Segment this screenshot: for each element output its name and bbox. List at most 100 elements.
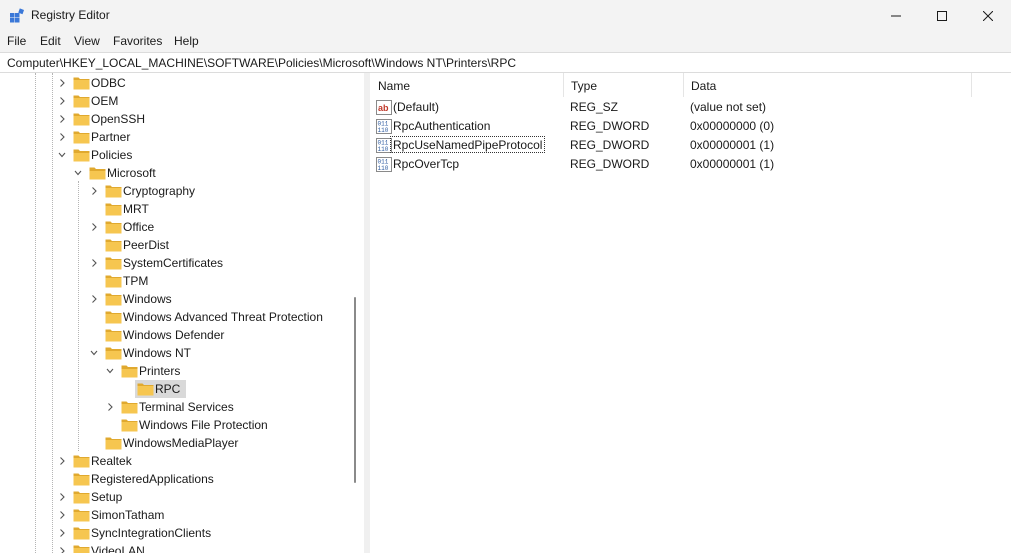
- menu-help[interactable]: Help: [174, 34, 199, 48]
- tree-item-openssh[interactable]: OpenSSH: [0, 110, 350, 128]
- tree-item-label: SyncIntegrationClients: [91, 526, 212, 540]
- tree-item-partner[interactable]: Partner: [0, 128, 350, 146]
- tree-item-label: Printers: [139, 364, 181, 378]
- value-type: REG_DWORD: [570, 119, 650, 133]
- tree-item-label: MRT: [123, 202, 149, 216]
- chevron-right-icon[interactable]: [106, 403, 114, 411]
- tree-item-windows-file-protection[interactable]: Windows File Protection: [0, 416, 350, 434]
- menu-bar: File Edit View Favorites Help: [0, 32, 1011, 52]
- tree-item-printers[interactable]: Printers: [0, 362, 350, 380]
- tree-item-oem[interactable]: OEM: [0, 92, 350, 110]
- tree-item-peerdist[interactable]: PeerDist: [0, 236, 350, 254]
- folder-icon: [73, 545, 90, 553]
- column-header-name-label: Name: [378, 79, 411, 93]
- chevron-right-icon[interactable]: [58, 133, 66, 141]
- tree-item-label: VideoLAN: [91, 544, 145, 553]
- value-data: (value not set): [690, 100, 767, 114]
- tree-item-rpc[interactable]: RPC: [0, 380, 350, 398]
- svg-text:110: 110: [378, 146, 389, 153]
- value-row-rpcusenamedpipeprotocol[interactable]: 011 110 RpcUseNamedPipeProtocol REG_DWORD 0x…: [370, 136, 1011, 155]
- tree-item-simontatham[interactable]: SimonTatham: [0, 506, 350, 524]
- values-list-pane[interactable]: Name Type Data ab (Default) REG_SZ (value n…: [370, 73, 1011, 553]
- tree-item-setup[interactable]: Setup: [0, 488, 350, 506]
- maximize-button[interactable]: [919, 0, 965, 32]
- chevron-right-icon[interactable]: [90, 223, 98, 231]
- column-divider[interactable]: [971, 73, 972, 97]
- chevron-right-icon[interactable]: [58, 511, 66, 519]
- value-name: RpcAuthentication: [393, 119, 491, 133]
- menu-view[interactable]: View: [74, 34, 100, 48]
- tree-item-label: RPC: [155, 382, 181, 396]
- folder-icon: [105, 239, 122, 252]
- minimize-button[interactable]: [873, 0, 919, 32]
- svg-text:ab: ab: [378, 103, 389, 113]
- folder-icon: [121, 401, 138, 414]
- value-name: RpcOverTcp: [393, 157, 460, 171]
- chevron-right-icon[interactable]: [58, 115, 66, 123]
- folder-icon: [73, 527, 90, 540]
- chevron-right-icon[interactable]: [58, 79, 66, 87]
- tree-item-microsoft[interactable]: Microsoft: [0, 164, 350, 182]
- tree-item-label: RegisteredApplications: [91, 472, 214, 486]
- tree-item-realtek[interactable]: Realtek: [0, 452, 350, 470]
- value-row-rpcovertcp[interactable]: 011 110 RpcOverTcp REG_DWORD 0x00000001 (1): [370, 155, 1011, 174]
- tree-item-label: TPM: [123, 274, 149, 288]
- folder-icon: [105, 221, 122, 234]
- tree-item-windows-nt[interactable]: Windows NT: [0, 344, 350, 362]
- tree-item-mrt[interactable]: MRT: [0, 200, 350, 218]
- value-data: 0x00000001 (1): [690, 138, 775, 152]
- tree-item-label: ODBC: [91, 76, 126, 90]
- tree-item-windowsmediaplayer[interactable]: WindowsMediaPlayer: [0, 434, 350, 452]
- menu-edit[interactable]: Edit: [40, 34, 61, 48]
- folder-icon: [105, 311, 122, 324]
- column-header-data[interactable]: Data: [683, 73, 971, 97]
- folder-open-icon: [105, 347, 122, 360]
- folder-icon: [73, 491, 90, 504]
- value-name: (Default): [393, 100, 440, 114]
- tree-item-syncintegrationclients[interactable]: SyncIntegrationClients: [0, 524, 350, 542]
- close-button[interactable]: [965, 0, 1011, 32]
- tree-item-windows-advanced-threat-protection[interactable]: Windows Advanced Threat Protection: [0, 308, 350, 326]
- chevron-right-icon[interactable]: [58, 493, 66, 501]
- tree-item-windows-defender[interactable]: Windows Defender: [0, 326, 350, 344]
- menu-favorites[interactable]: Favorites: [113, 34, 162, 48]
- chevron-right-icon[interactable]: [58, 97, 66, 105]
- address-path[interactable]: Computer\HKEY_LOCAL_MACHINE\SOFTWARE\Pol…: [7, 56, 516, 70]
- value-row-default[interactable]: ab (Default) REG_SZ (value not set): [370, 98, 1011, 117]
- tree-scrollbar-thumb[interactable]: [354, 297, 356, 483]
- column-header-type-label: Type: [571, 79, 598, 93]
- tree-item-videolan[interactable]: VideoLAN: [0, 542, 350, 553]
- tree-item-policies[interactable]: Policies: [0, 146, 350, 164]
- chevron-down-icon[interactable]: [106, 367, 114, 375]
- chevron-down-icon[interactable]: [74, 169, 82, 177]
- value-row-rpcauthentication[interactable]: 011 110 RpcAuthentication REG_DWORD 0x000000…: [370, 117, 1011, 136]
- column-header-name[interactable]: Name: [370, 73, 563, 97]
- key-tree-pane[interactable]: ODBC OEM OpenSSH Partner Policies Microsoft Cr…: [0, 73, 364, 553]
- chevron-right-icon[interactable]: [58, 529, 66, 537]
- chevron-right-icon[interactable]: [90, 259, 98, 267]
- tree-item-office[interactable]: Office: [0, 218, 350, 236]
- tree-item-label: Office: [123, 220, 155, 234]
- address-bar[interactable]: Computer\HKEY_LOCAL_MACHINE\SOFTWARE\Pol…: [0, 52, 1011, 73]
- chevron-right-icon[interactable]: [58, 547, 66, 553]
- chevron-down-icon[interactable]: [90, 349, 98, 357]
- tree-item-tpm[interactable]: TPM: [0, 272, 350, 290]
- svg-text:110: 110: [378, 127, 389, 134]
- tree-item-registeredapplications[interactable]: RegisteredApplications: [0, 470, 350, 488]
- menu-file[interactable]: File: [7, 34, 26, 48]
- tree-item-systemcertificates[interactable]: SystemCertificates: [0, 254, 350, 272]
- chevron-right-icon[interactable]: [58, 457, 66, 465]
- tree-item-odbc[interactable]: ODBC: [0, 74, 350, 92]
- registry-editor-icon: [10, 8, 25, 23]
- tree-item-label: Windows Defender: [123, 328, 225, 342]
- column-header-type[interactable]: Type: [563, 73, 683, 97]
- chevron-down-icon[interactable]: [58, 151, 66, 159]
- tree-item-terminal-services[interactable]: Terminal Services: [0, 398, 350, 416]
- tree-item-cryptography[interactable]: Cryptography: [0, 182, 350, 200]
- tree-item-label: WindowsMediaPlayer: [123, 436, 239, 450]
- title-bar[interactable]: Registry Editor: [0, 0, 1011, 32]
- tree-vertical-scrollbar[interactable]: [350, 73, 360, 553]
- tree-item-windows[interactable]: Windows: [0, 290, 350, 308]
- chevron-right-icon[interactable]: [90, 295, 98, 303]
- chevron-right-icon[interactable]: [90, 187, 98, 195]
